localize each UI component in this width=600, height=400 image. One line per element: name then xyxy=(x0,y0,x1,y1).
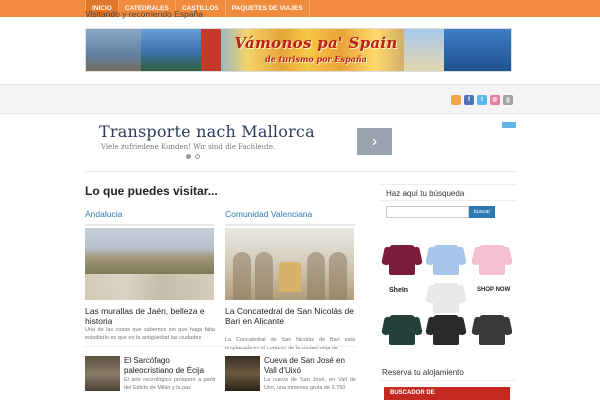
banner-photo-cathedral xyxy=(86,29,141,71)
category-valenciana[interactable]: Comunidad Valenciana xyxy=(225,209,355,226)
post-title-sarcofago[interactable]: El Sarcófago paleocristiano de Écija xyxy=(124,356,219,376)
ad-pager xyxy=(186,154,200,159)
shop-advertisement[interactable]: SheIn SHOP NOW xyxy=(381,241,512,349)
post-title-cueva[interactable]: Cueva de San José en Vall d'Uixó xyxy=(264,356,359,376)
divider xyxy=(85,171,516,172)
search-heading: Haz aquí tu búsqueda xyxy=(386,189,465,198)
banner-photo-sky xyxy=(444,29,511,71)
sweater-image xyxy=(389,315,415,345)
social-links: f t ◎ g xyxy=(451,95,513,105)
post-excerpt: La cueva de San José, en Vall de Uxo, un… xyxy=(264,377,356,391)
shop-now-label: SHOP NOW xyxy=(477,287,511,293)
search-input[interactable] xyxy=(386,206,469,218)
ad-next-button[interactable]: › xyxy=(357,128,392,155)
image-altar xyxy=(279,262,301,292)
nav-item-paquetes[interactable]: PAQUETES DE VIAJES xyxy=(226,0,310,17)
shop-brand-label: SheIn xyxy=(389,287,409,294)
rss-icon[interactable] xyxy=(451,95,461,105)
google-plus-icon[interactable]: g xyxy=(503,95,513,105)
section-title: Lo que puedes visitar... xyxy=(85,184,218,198)
image-arch xyxy=(255,252,273,300)
sweater-image xyxy=(433,315,459,345)
image-arch xyxy=(329,252,347,300)
adchoices-icon[interactable] xyxy=(502,122,516,128)
thumb-sarcofago[interactable] xyxy=(85,356,120,391)
thumb-cueva[interactable] xyxy=(225,356,260,391)
banner-subtitle: de turismo por España xyxy=(265,54,367,64)
facebook-icon[interactable]: f xyxy=(464,95,474,105)
post-title-murallas[interactable]: Las murallas de Jaén, belleza e historia xyxy=(85,306,217,326)
banner-photo-landscape xyxy=(141,29,201,71)
dribbble-icon[interactable]: ◎ xyxy=(490,95,500,105)
banner-title: Vámonos pa' Spain xyxy=(234,34,398,52)
sweater-image xyxy=(433,245,459,275)
image-arch xyxy=(307,252,325,300)
post-image-concatedral[interactable] xyxy=(225,228,354,300)
booking-widget[interactable]: BUSCADOR DE xyxy=(384,387,510,400)
category-andalucia[interactable]: Andalucia xyxy=(85,209,215,226)
ad-dot-active[interactable] xyxy=(186,154,191,159)
sweater-image xyxy=(433,283,459,313)
sweater-image xyxy=(479,245,505,275)
divider xyxy=(85,346,355,347)
post-image-murallas[interactable] xyxy=(85,228,214,300)
twitter-icon[interactable]: t xyxy=(477,95,487,105)
post-excerpt: La Concatedral de San Nicolás de Bari es… xyxy=(225,337,355,351)
ad-title[interactable]: Transporte nach Mallorca xyxy=(99,122,315,141)
post-title-concatedral[interactable]: La Concatedral de San Nicolás de Bari en… xyxy=(225,306,357,326)
divider xyxy=(380,380,516,381)
sweater-image xyxy=(479,315,505,345)
sweater-image xyxy=(389,245,415,275)
ad-dot[interactable] xyxy=(195,154,200,159)
post-excerpt: El arte necrológico prosperó a partir de… xyxy=(124,377,216,391)
search-button[interactable]: buscar xyxy=(469,206,495,218)
site-tagline: Visitando y recorriendo España xyxy=(85,9,203,19)
post-excerpt: Una de las cosas que sabemos sin que hag… xyxy=(85,327,215,341)
banner-photo-red xyxy=(201,29,221,71)
advertisement[interactable]: Transporte nach Mallorca Viele zufrieden… xyxy=(85,122,516,162)
banner-photo-windmill xyxy=(404,29,444,71)
site-banner[interactable]: Vámonos pa' Spain de turismo por España xyxy=(85,28,512,72)
divider xyxy=(380,200,516,201)
reserve-heading: Reserva tu alojamiento xyxy=(382,368,464,377)
ad-subtitle: Viele zufriedene Kunden! Wir sind die Fa… xyxy=(101,143,276,151)
image-arch xyxy=(233,252,251,300)
